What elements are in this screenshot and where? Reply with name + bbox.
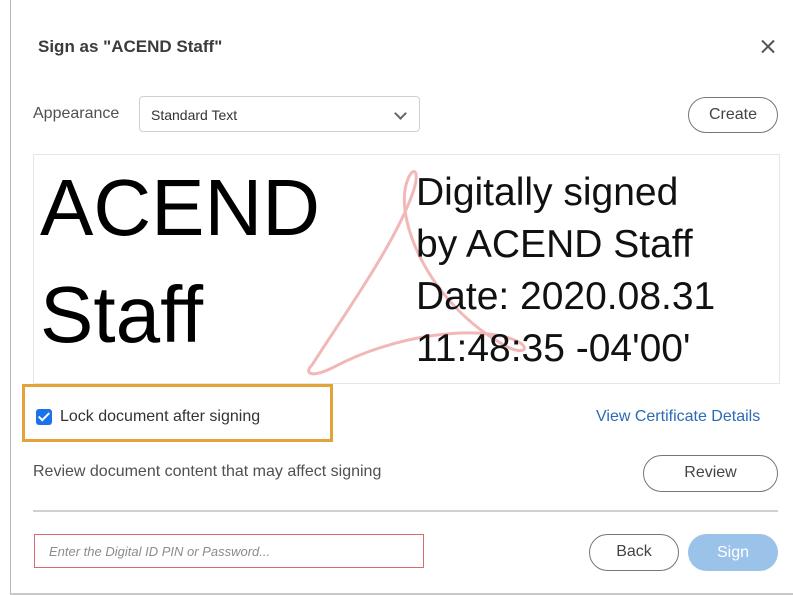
signer-name-line: Staff — [40, 270, 204, 359]
sign-button[interactable]: Sign — [688, 534, 778, 571]
signature-line: 11:48:35 -04'00' — [416, 327, 691, 370]
appearance-label: Appearance — [33, 105, 120, 122]
lock-document-checkbox[interactable] — [36, 409, 52, 425]
back-button[interactable]: Back — [589, 534, 679, 571]
signature-details: Digitally signed by ACEND Staff Date: 20… — [416, 167, 715, 375]
pin-password-input[interactable]: Enter the Digital ID PIN or Password... — [34, 534, 424, 568]
signature-line: by ACEND Staff — [416, 223, 693, 266]
close-icon[interactable] — [757, 36, 779, 58]
dialog-title: Sign as "ACEND Staff" — [38, 37, 223, 56]
view-certificate-link[interactable]: View Certificate Details — [596, 408, 760, 426]
review-button[interactable]: Review — [643, 455, 778, 492]
chevron-down-icon — [394, 107, 407, 120]
appearance-selected-value: Standard Text — [151, 107, 238, 123]
sign-dialog: Sign as "ACEND Staff" Appearance Standar… — [12, 0, 793, 593]
signature-line: Digitally signed — [416, 171, 679, 214]
lock-document-label[interactable]: Lock document after signing — [60, 408, 260, 426]
appearance-select[interactable]: Standard Text — [139, 96, 420, 132]
review-description: Review document content that may affect … — [33, 463, 382, 480]
signer-name-line: ACEND — [40, 163, 321, 252]
footer-divider — [33, 510, 778, 512]
signature-line: Date: 2020.08.31 — [416, 275, 716, 318]
pin-placeholder: Enter the Digital ID PIN or Password... — [49, 544, 271, 559]
create-button[interactable]: Create — [688, 97, 778, 133]
window-frame-left — [0, 0, 11, 595]
signature-preview: ACEND Staff Digitally signed by ACEND St… — [33, 154, 780, 384]
